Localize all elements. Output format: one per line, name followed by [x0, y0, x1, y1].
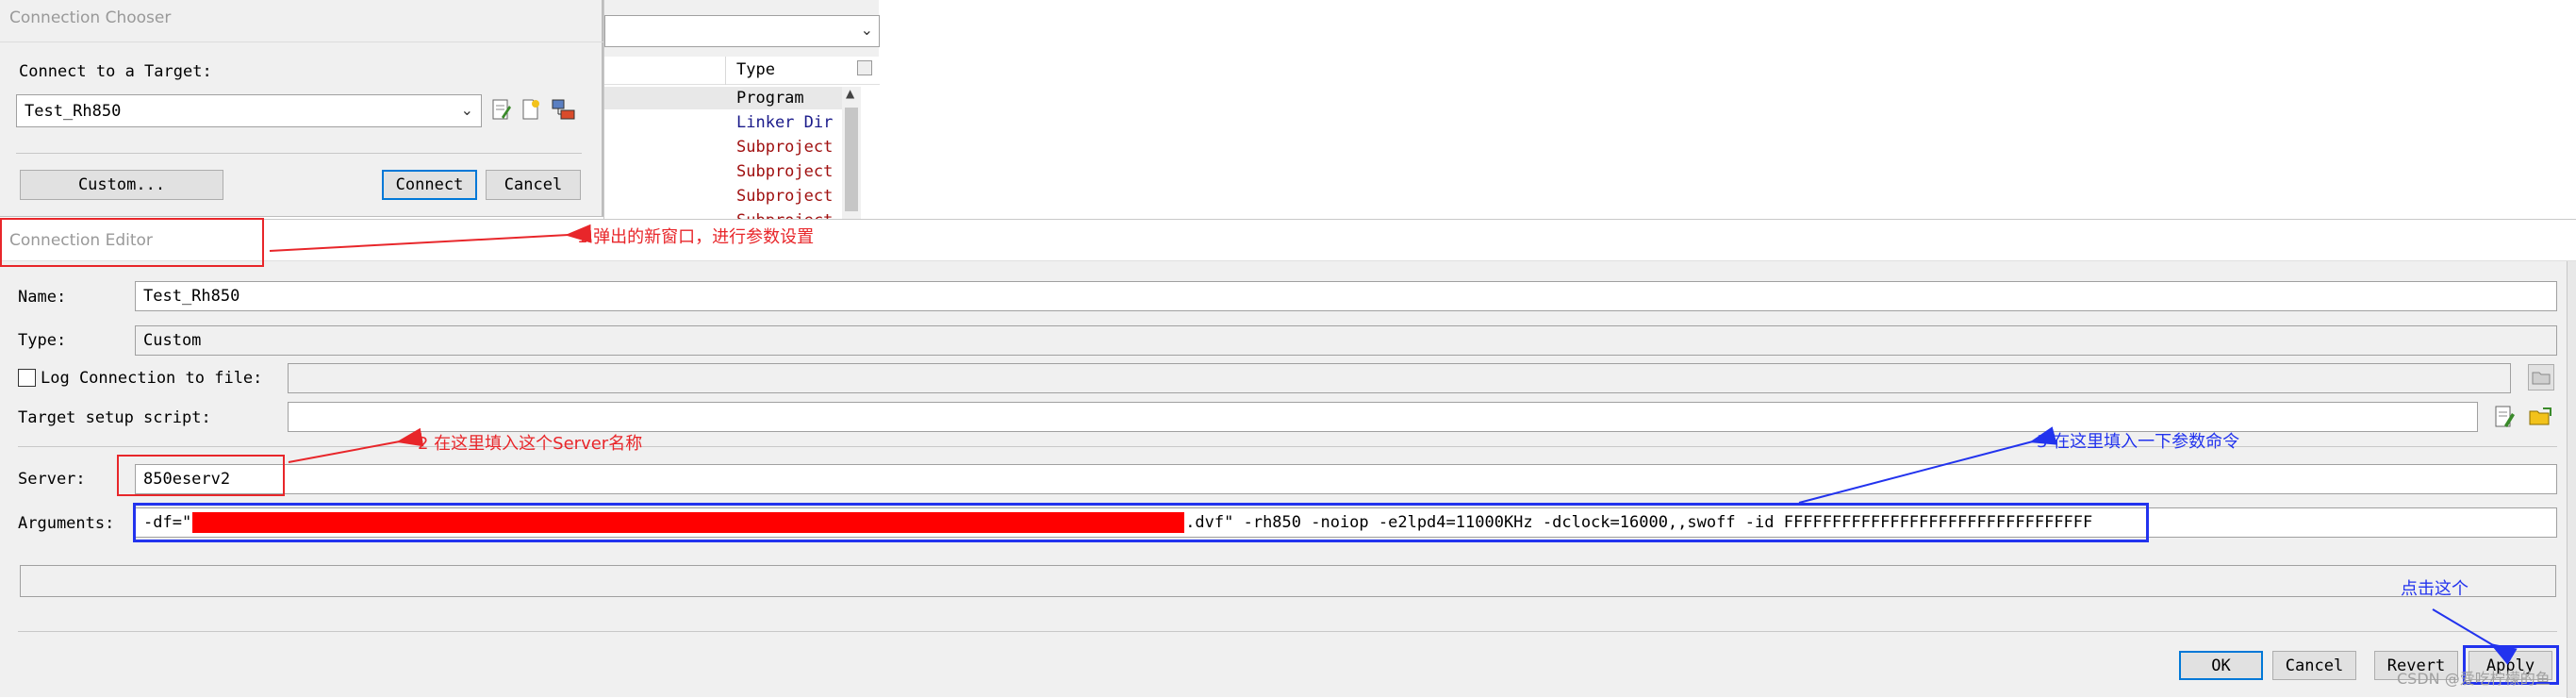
- arrow-step3: [1798, 426, 2057, 504]
- annotation-arrows: [269, 224, 2518, 665]
- arrow-step1: [269, 224, 592, 252]
- arrow-click: [2432, 608, 2518, 665]
- watermark: CSDN @爱吃柠檬的鱼: [2397, 670, 2551, 688]
- annotation-step3: 3 在这里填入一下参数命令: [2037, 432, 2240, 452]
- arrow-step2: [288, 427, 424, 463]
- annotation-step2: 2 在这里填入这个Server名称: [418, 434, 643, 454]
- annotation-click-this: 点击这个: [2401, 579, 2469, 599]
- annotation-step1: 1.弹出的新窗口，进行参数设置: [577, 227, 815, 247]
